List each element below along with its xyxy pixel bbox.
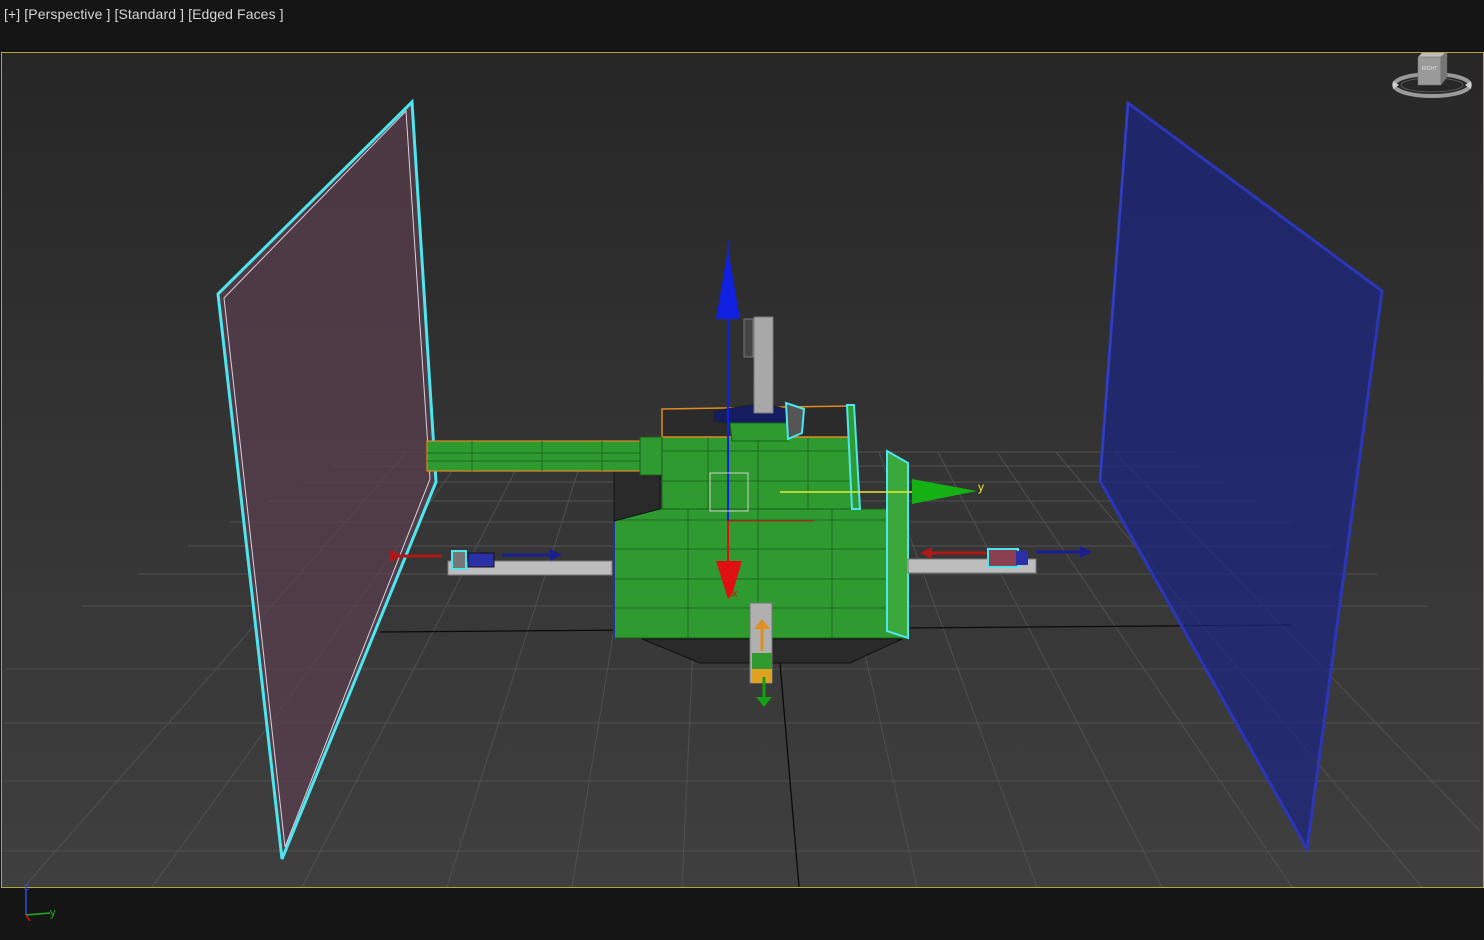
tank-barrel[interactable] <box>426 436 663 476</box>
world-axis-tripod: z y <box>24 881 56 922</box>
gizmo-z-label: z <box>726 238 732 250</box>
perspective-viewport[interactable]: z y x RIGHT <box>1 52 1484 888</box>
viewport-plus-menu[interactable]: [+] <box>4 6 20 22</box>
gizmo-x-label: x <box>732 588 738 600</box>
viewport-display-mode-menu[interactable]: [Edged Faces ] <box>188 6 284 22</box>
gizmo-y-axis-arrow <box>912 479 977 504</box>
scene-canvas[interactable]: z y x <box>2 53 1483 887</box>
tripod-y-label: y <box>50 907 56 919</box>
tripod-z-label: z <box>24 881 30 893</box>
gizmo-z-axis-arrow <box>716 249 740 319</box>
viewport-label-menu: [+] [Perspective ] [Standard ] [Edged Fa… <box>4 6 284 22</box>
left-plane[interactable] <box>216 98 438 860</box>
viewport-shading-preset-menu[interactable]: [Standard ] <box>114 6 184 22</box>
viewcube-face-label: RIGHT <box>1422 66 1438 72</box>
gizmo-y-label: y <box>978 480 984 494</box>
viewcube-widget[interactable]: RIGHT <box>1391 52 1473 107</box>
viewport-point-of-view-menu[interactable]: [Perspective ] <box>24 6 110 22</box>
right-plane[interactable] <box>1098 100 1384 854</box>
